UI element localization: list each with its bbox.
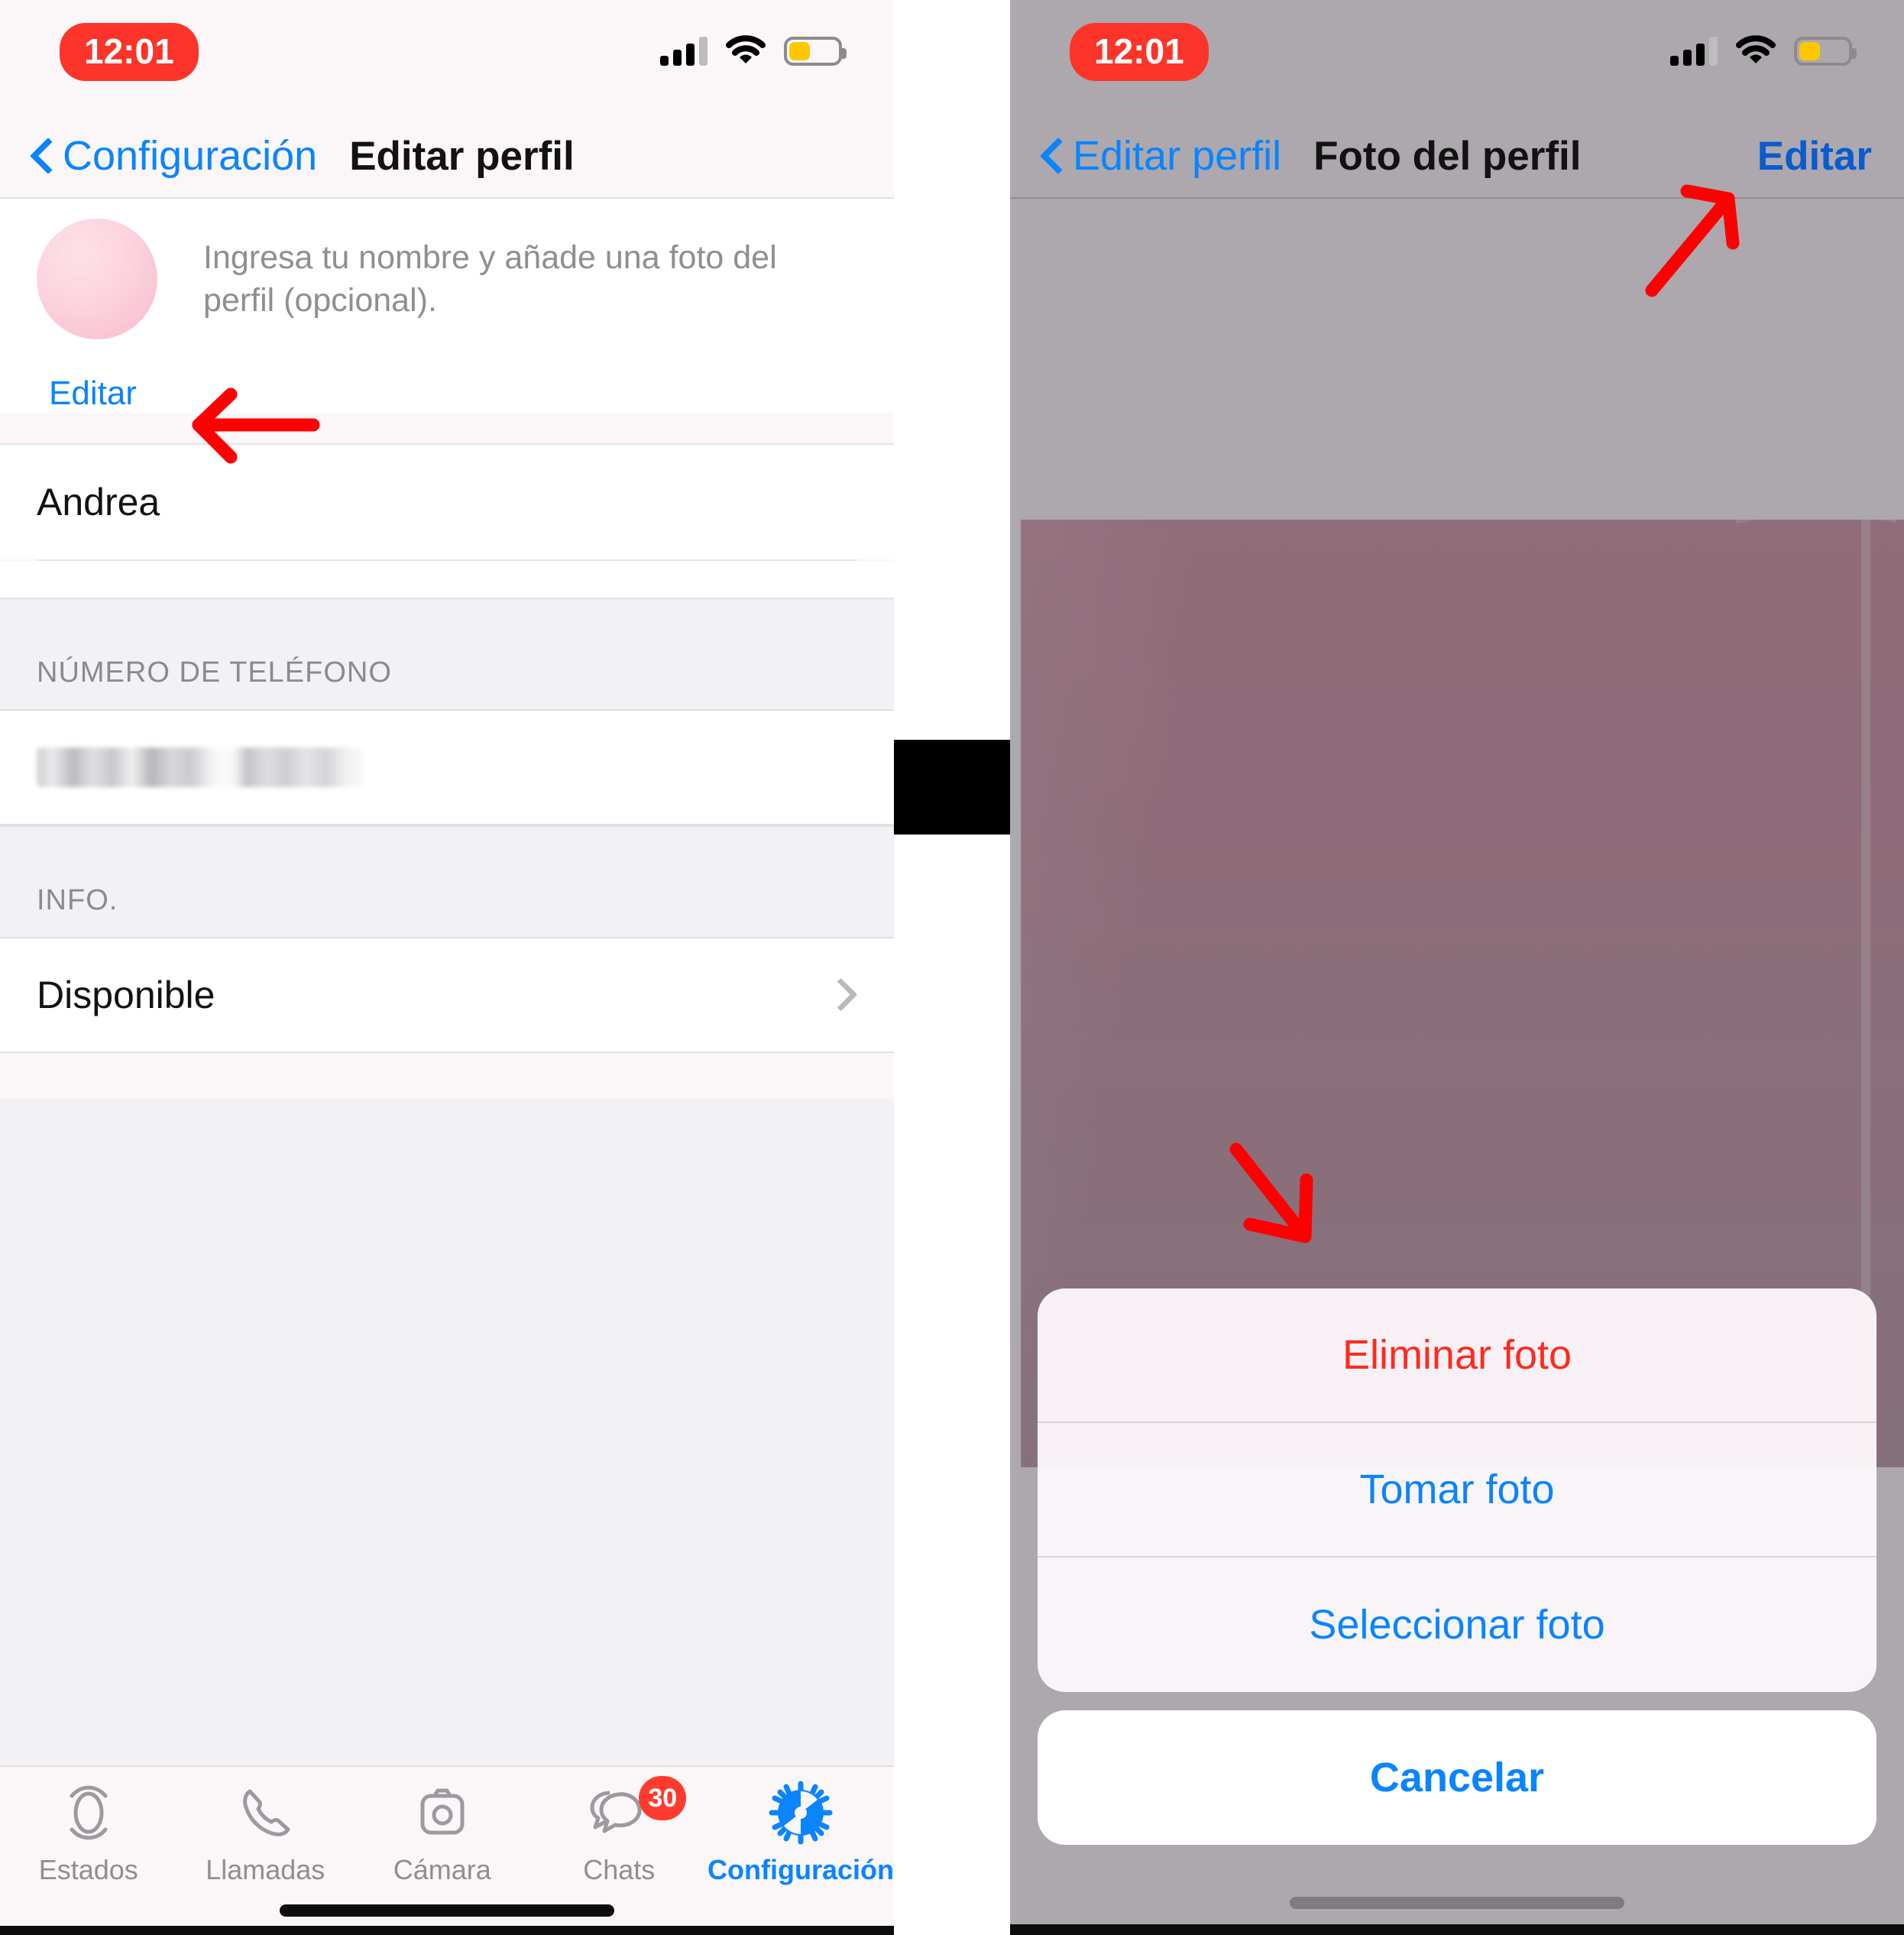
tab-configuracion[interactable]: Configuración	[708, 1781, 894, 1886]
battery-low-power-icon	[1794, 37, 1857, 66]
info-status-row[interactable]: Disponible	[0, 938, 894, 1053]
status-time: 12:01	[1070, 23, 1209, 81]
gear-icon	[769, 1781, 833, 1845]
tab-chats[interactable]: 30 Chats	[531, 1776, 708, 1886]
edit-photo-button[interactable]: Editar	[1757, 133, 1872, 180]
screen-bottom-edge	[0, 1926, 894, 1935]
action-tomar-foto[interactable]: Tomar foto	[1038, 1423, 1876, 1557]
panel-gap-black-block	[894, 740, 1010, 835]
page-title: Editar perfil	[349, 133, 575, 179]
back-button-label: Configuración	[63, 133, 318, 179]
left-phone-panel: 12:01 Configuración Editar perfil Ingres…	[0, 0, 894, 1935]
wifi-icon	[1736, 35, 1776, 66]
action-eliminar-foto[interactable]: Eliminar foto	[1038, 1288, 1876, 1423]
page-title: Foto del perfil	[1313, 133, 1582, 179]
screenshot-canvas: 12:01 Configuración Editar perfil Ingres…	[0, 0, 1904, 1935]
home-indicator[interactable]	[1290, 1897, 1624, 1909]
back-button-configuracion[interactable]: Configuración	[32, 132, 317, 180]
panel-gap	[894, 0, 1010, 1935]
right-status-bar: 12:01	[1010, 0, 1904, 115]
camera-icon	[410, 1781, 474, 1845]
info-status-label: Disponible	[37, 974, 215, 1016]
right-nav-bar: Editar perfil Foto del perfil Editar	[1010, 115, 1904, 199]
home-indicator[interactable]	[280, 1904, 614, 1917]
chats-unread-badge: 30	[639, 1776, 687, 1820]
cellular-bars-icon	[1670, 35, 1718, 66]
tab-label-camara: Cámara	[393, 1854, 491, 1885]
chevron-left-icon	[32, 140, 49, 172]
avatar[interactable]	[37, 219, 157, 339]
battery-low-power-icon	[784, 37, 847, 66]
edit-avatar-button[interactable]: Editar	[0, 339, 137, 413]
tab-label-llamadas: Llamadas	[206, 1854, 325, 1885]
section-header-phone: NÚMERO DE TELÉFONO	[0, 598, 894, 711]
chevron-right-icon	[842, 981, 857, 1009]
left-panel-empty-area	[0, 1099, 894, 1765]
profile-hint-text: Ingresa tu nombre y añade una foto del p…	[203, 239, 777, 319]
status-icon-group	[660, 35, 847, 66]
wifi-icon	[726, 35, 766, 66]
phone-number-row[interactable]	[0, 711, 894, 825]
section-header-info: INFO.	[0, 825, 894, 938]
tab-label-chats: Chats	[583, 1854, 656, 1885]
back-button-label: Editar perfil	[1073, 133, 1282, 179]
screen-bottom-edge	[1010, 1924, 1904, 1935]
status-rings-icon	[57, 1781, 121, 1845]
cellular-bars-icon	[660, 35, 708, 66]
profile-section: Ingresa tu nombre y añade una foto del p…	[0, 199, 894, 413]
tab-estados[interactable]: Estados	[0, 1781, 177, 1886]
back-button-editar-perfil[interactable]: Editar perfil	[1042, 132, 1281, 180]
status-icon-group	[1670, 35, 1857, 66]
left-nav-bar: Configuración Editar perfil	[0, 115, 894, 199]
action-seleccionar-foto[interactable]: Seleccionar foto	[1038, 1557, 1876, 1692]
phone-icon	[233, 1781, 297, 1845]
name-section-spacer	[0, 561, 894, 598]
left-status-bar: 12:01	[0, 0, 894, 115]
tab-label-estados: Estados	[38, 1854, 138, 1885]
phone-number-redacted-value	[37, 747, 365, 787]
action-cancelar[interactable]: Cancelar	[1038, 1710, 1876, 1845]
tab-label-configuracion: Configuración	[708, 1854, 894, 1885]
right-phone-panel: 12:01 Editar perfil Foto del perfil Edit…	[1010, 0, 1904, 1935]
profile-row: Ingresa tu nombre y añade una foto del p…	[0, 219, 894, 339]
tab-camara[interactable]: Cámara	[354, 1781, 531, 1886]
tab-llamadas[interactable]: Llamadas	[177, 1781, 355, 1886]
action-sheet: Eliminar foto Tomar foto Seleccionar fot…	[1038, 1288, 1876, 1692]
chevron-left-icon	[1042, 140, 1059, 172]
status-time: 12:01	[60, 23, 199, 81]
profile-name-field[interactable]: Andrea	[0, 443, 894, 559]
